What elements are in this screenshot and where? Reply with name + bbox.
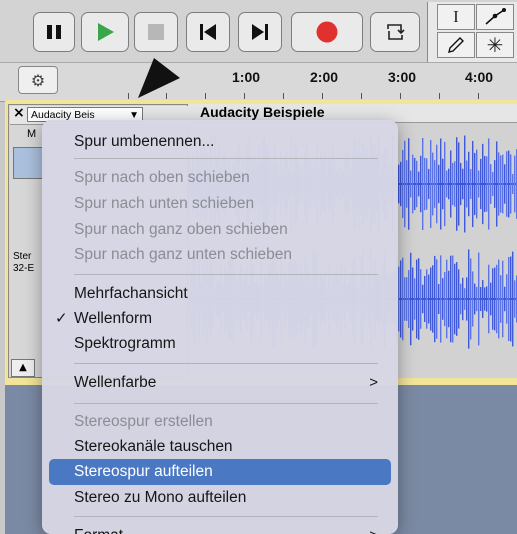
loop-icon xyxy=(387,24,405,40)
menu-item-rename-track[interactable]: Spur umbenennen... xyxy=(42,129,398,155)
pencil-icon xyxy=(448,37,464,53)
menu-item-spectrogram[interactable]: Spektrogramm xyxy=(42,331,398,357)
pause-button[interactable] xyxy=(33,12,75,52)
pause-icon xyxy=(47,25,61,39)
track-info-bits: 32-E xyxy=(13,263,35,274)
record-icon xyxy=(316,21,338,43)
skip-to-end-button[interactable] xyxy=(238,12,282,52)
gear-icon: ⚙ xyxy=(30,70,46,90)
menu-item-move-track-top: Spur nach ganz oben schieben xyxy=(74,221,288,238)
menu-item-format[interactable]: Format > xyxy=(42,523,398,534)
menu-item-split-stereo[interactable]: Stereospur aufteilen xyxy=(49,459,391,485)
pointer-arrow-icon xyxy=(138,58,180,98)
ruler-tick-label: 3:00 xyxy=(388,69,417,85)
menu-item-multi-view[interactable]: Mehrfachansicht xyxy=(42,281,398,307)
checkmark-icon: ✓ xyxy=(55,310,68,327)
menu-item-waveform[interactable]: ✓ Wellenform xyxy=(42,306,398,332)
menu-item-wave-color[interactable]: Wellenfarbe > xyxy=(42,370,398,396)
skip-to-start-button[interactable] xyxy=(186,12,230,52)
skip-to-end-icon xyxy=(252,24,268,40)
chevron-right-icon: > xyxy=(369,374,378,391)
envelope-tool[interactable] xyxy=(476,4,514,30)
menu-item-move-track-down: Spur nach unten schieben xyxy=(74,195,255,212)
ruler-tick-label: 4:00 xyxy=(465,69,494,85)
timeline-ruler[interactable]: 1:00 2:00 3:00 4:00 xyxy=(0,62,517,102)
play-icon xyxy=(98,23,114,41)
menu-item-make-stereo: Stereospur erstellen xyxy=(74,413,213,430)
menu-item-swap-channels[interactable]: Stereokanäle tauschen xyxy=(42,434,398,460)
track-info-format: Ster xyxy=(13,251,32,262)
loop-button[interactable] xyxy=(370,12,420,52)
track-select-area[interactable] xyxy=(13,147,45,179)
collapse-track-button[interactable]: ▲ xyxy=(11,359,35,377)
timeline-options-button[interactable]: ⚙ xyxy=(18,66,58,94)
record-button[interactable] xyxy=(291,12,363,52)
envelope-icon xyxy=(485,8,506,25)
mute-button[interactable]: M xyxy=(27,128,36,140)
track-context-menu: Spur umbenennen... Spur nach oben schieb… xyxy=(42,120,398,534)
track-clip-title: Audacity Beispiele xyxy=(200,104,325,120)
menu-item-move-track-up: Spur nach oben schieben xyxy=(74,169,250,186)
close-track-button[interactable]: × xyxy=(13,105,25,121)
triangle-up-icon: ▲ xyxy=(19,362,27,373)
multi-tool[interactable]: ✳ xyxy=(476,32,514,58)
ruler-tick-label: 1:00 xyxy=(232,69,261,85)
stop-button[interactable] xyxy=(134,12,178,52)
stop-icon xyxy=(148,24,164,40)
menu-item-split-stereo-to-mono[interactable]: Stereo zu Mono aufteilen xyxy=(42,485,398,511)
selection-tool[interactable]: I xyxy=(437,4,475,30)
draw-tool[interactable] xyxy=(437,32,475,58)
play-button[interactable] xyxy=(81,12,129,52)
menu-item-move-track-bottom: Spur nach ganz unten schieben xyxy=(74,246,293,263)
skip-to-start-icon xyxy=(200,24,216,40)
ruler-tick-label: 2:00 xyxy=(310,69,339,85)
chevron-right-icon: > xyxy=(369,523,378,534)
